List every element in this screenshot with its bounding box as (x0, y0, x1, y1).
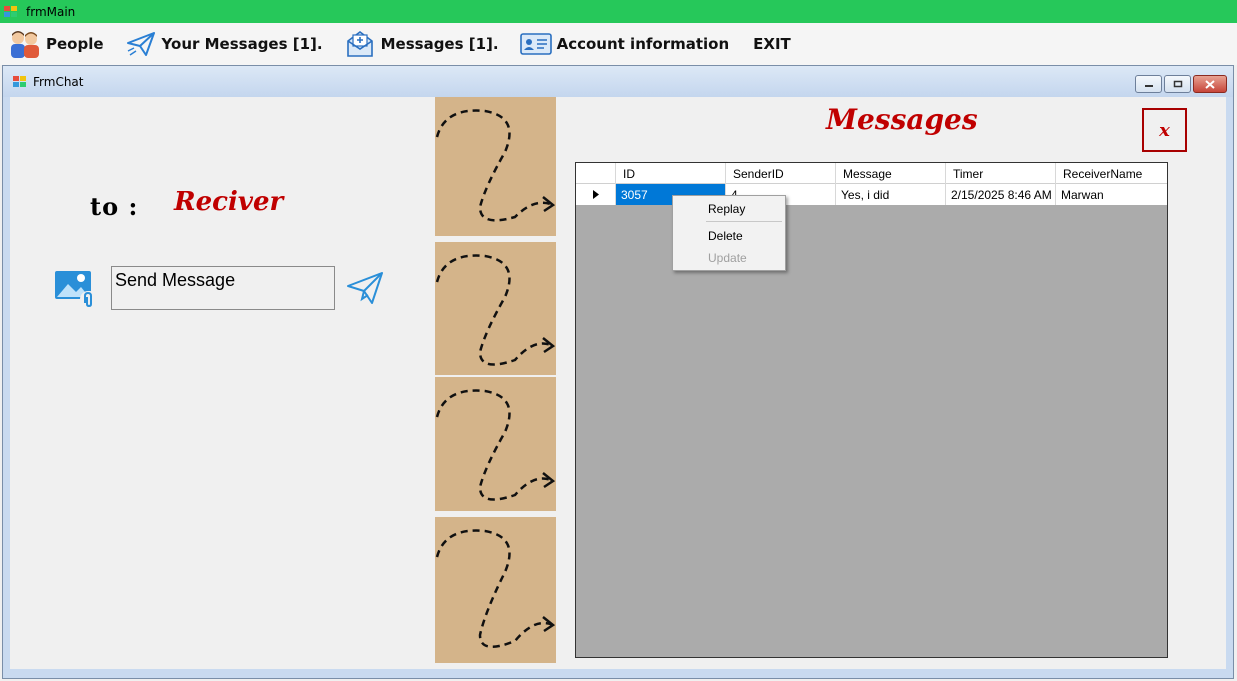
context-menu-replay[interactable]: Replay (673, 198, 785, 220)
column-header-senderid[interactable]: SenderID (726, 163, 836, 184)
close-window-button[interactable] (1193, 75, 1227, 93)
window-controls (1133, 75, 1227, 93)
main-window-title: frmMain (26, 4, 76, 19)
path-tile (435, 97, 556, 236)
grid-header: ID SenderID Message Timer ReceiverName (576, 163, 1167, 184)
chat-window: FrmChat to : Reciver Send Message Messag… (2, 65, 1234, 679)
chat-window-icon (13, 75, 27, 88)
chat-client-area: to : Reciver Send Message Messages x ID … (10, 97, 1226, 669)
chat-window-title: FrmChat (33, 74, 84, 89)
menu-messages-label: Messages [1]. (380, 35, 499, 53)
path-tile (435, 517, 556, 663)
paper-plane-icon (124, 29, 158, 59)
menu-account-information[interactable]: Account information (519, 27, 730, 61)
send-plane-icon (347, 272, 383, 304)
menu-messages[interactable]: Messages [1]. (343, 27, 499, 61)
menu-bar: People Your Messages [1]. Messages [1]. (0, 23, 1237, 65)
messages-grid[interactable]: ID SenderID Message Timer ReceiverName 3… (575, 162, 1168, 658)
minimize-button[interactable] (1135, 75, 1162, 93)
menu-exit[interactable]: EXIT (753, 27, 791, 61)
cell-receivername[interactable]: Marwan (1056, 184, 1167, 205)
minimize-icon (1144, 85, 1153, 87)
cell-timer[interactable]: 2/15/2025 8:46 AM (946, 184, 1056, 205)
column-header-timer[interactable]: Timer (946, 163, 1056, 184)
context-menu-delete[interactable]: Delete (673, 225, 785, 247)
current-row-arrow-icon (592, 190, 599, 199)
context-menu-update: Update (708, 251, 747, 265)
app-icon (4, 5, 18, 18)
row-selector[interactable] (576, 184, 616, 205)
column-header-id[interactable]: ID (616, 163, 726, 184)
column-header-message[interactable]: Message (836, 163, 946, 184)
cell-message[interactable]: Yes, i did (836, 184, 946, 205)
messages-heading: Messages (826, 103, 978, 136)
menu-account-information-label: Account information (556, 35, 730, 53)
menu-people-label: People (46, 35, 104, 53)
context-menu: Replay Delete Update (672, 195, 786, 271)
envelope-icon (343, 29, 377, 59)
id-card-icon (519, 29, 553, 59)
chat-window-title-bar[interactable]: FrmChat (3, 66, 1233, 97)
path-tile (435, 242, 556, 375)
path-tile (435, 377, 556, 511)
attach-image-button[interactable] (54, 269, 100, 309)
main-title-bar: frmMain (0, 0, 1237, 23)
to-label: to : (90, 192, 139, 221)
menu-exit-label: EXIT (753, 35, 791, 53)
menu-your-messages[interactable]: Your Messages [1]. (124, 27, 323, 61)
context-menu-separator (706, 221, 782, 222)
row-header-corner (576, 163, 616, 184)
close-chat-button[interactable]: x (1142, 108, 1187, 152)
table-row[interactable]: 3057 4 Yes, i did 2/15/2025 8:46 AM Marw… (576, 184, 1167, 205)
maximize-button[interactable] (1164, 75, 1191, 93)
close-icon (1205, 79, 1215, 89)
menu-your-messages-label: Your Messages [1]. (161, 35, 323, 53)
receiver-name: Reciver (174, 187, 284, 217)
send-button[interactable] (346, 271, 384, 305)
people-icon (8, 29, 42, 59)
message-input[interactable]: Send Message (111, 266, 335, 310)
menu-people[interactable]: People (8, 27, 104, 61)
column-header-receivername[interactable]: ReceiverName (1056, 163, 1167, 184)
maximize-icon (1173, 80, 1182, 88)
image-attach-icon (55, 271, 98, 308)
